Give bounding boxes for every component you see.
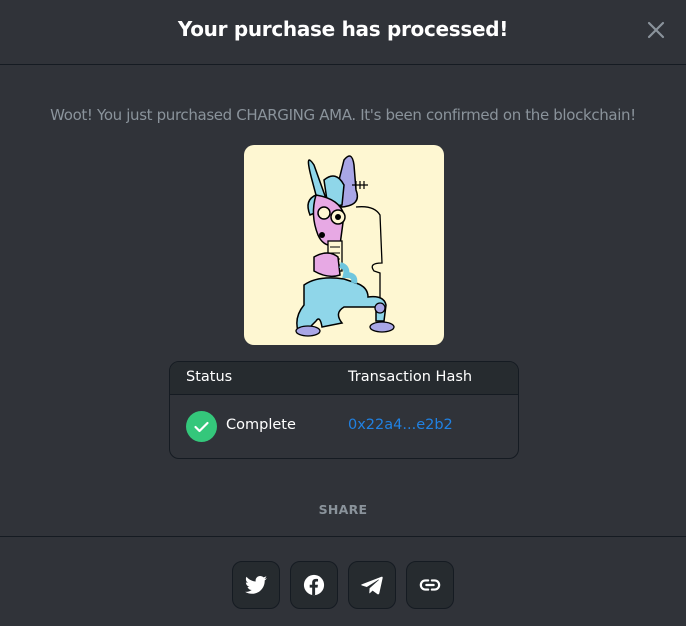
transaction-table-header: Status Transaction Hash: [170, 362, 518, 395]
share-divider: [0, 536, 686, 537]
copy-link-button[interactable]: [406, 561, 454, 609]
transaction-hash-link[interactable]: 0x22a4...e2b2: [348, 417, 453, 433]
nft-image: [244, 145, 444, 345]
share-facebook-button[interactable]: [290, 561, 338, 609]
share-twitter-button[interactable]: [232, 561, 280, 609]
column-header-transaction-hash: Transaction Hash: [348, 369, 473, 385]
column-header-status: Status: [186, 369, 233, 385]
share-telegram-button[interactable]: [348, 561, 396, 609]
link-icon: [419, 579, 441, 591]
twitter-icon: [245, 576, 267, 594]
modal-header: Your purchase has processed!: [0, 0, 686, 65]
check-circle-icon: [186, 411, 217, 442]
modal-title: Your purchase has processed!: [177, 17, 509, 41]
close-button[interactable]: [644, 18, 668, 42]
nft-artwork: [295, 155, 395, 337]
telegram-icon: [361, 576, 383, 595]
transaction-row: Complete 0x22a4...e2b2: [170, 395, 518, 458]
status-value: Complete: [226, 417, 296, 433]
transaction-table: Status Transaction Hash Complete 0x22a4.…: [169, 361, 519, 459]
facebook-icon: [303, 574, 325, 596]
share-label: SHARE: [318, 502, 368, 517]
purchase-message: Woot! You just purchased CHARGING AMA. I…: [50, 106, 636, 124]
close-icon: [647, 21, 665, 39]
purchase-modal: Your purchase has processed! Woot! You j…: [0, 0, 686, 626]
